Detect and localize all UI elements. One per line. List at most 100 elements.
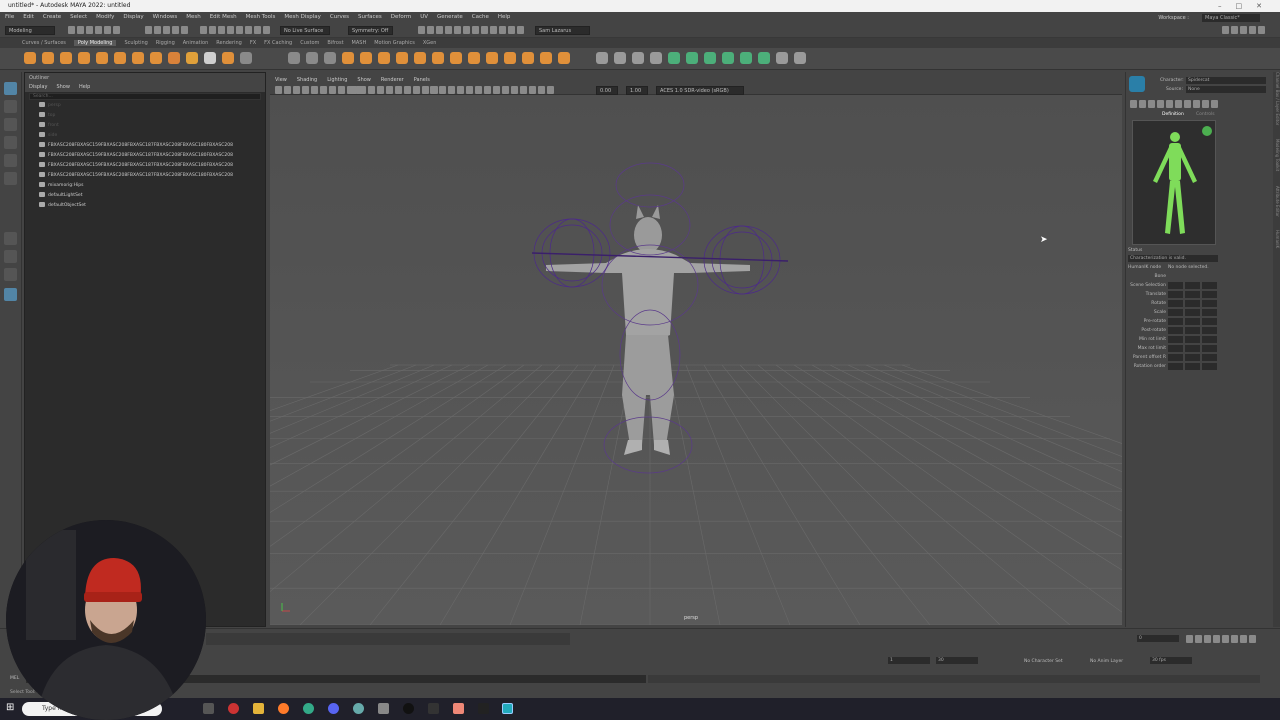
character-mesh[interactable]: [546, 205, 750, 455]
viewport-menu-item[interactable]: Lighting: [327, 77, 347, 83]
shelf-tab[interactable]: MASH: [352, 40, 367, 46]
windows-start-icon[interactable]: ⊞: [6, 702, 14, 713]
lasso-tool-icon[interactable]: [4, 100, 17, 113]
side-tab[interactable]: Attribute Editor: [1275, 186, 1280, 217]
shelf-tool-icon[interactable]: [758, 52, 770, 64]
menu-generate[interactable]: Generate: [437, 14, 463, 20]
shelf-tool-icon[interactable]: [360, 52, 372, 64]
humanik-prop-field[interactable]: [1168, 327, 1183, 334]
outliner-menu-item[interactable]: Display: [29, 84, 47, 90]
panel-toggle-icons[interactable]: [1222, 26, 1265, 35]
shelf-tool-icon[interactable]: [288, 52, 300, 64]
humanik-prop-field[interactable]: [1202, 318, 1217, 325]
outliner-item[interactable]: persp: [25, 101, 265, 111]
outliner-layout-icon[interactable]: [4, 288, 17, 301]
shelf-tool-icon[interactable]: [722, 52, 734, 64]
outliner-item[interactable]: defaultLightSet: [25, 191, 265, 201]
shelf-tool-icon[interactable]: [42, 52, 54, 64]
menu-mesh-display[interactable]: Mesh Display: [284, 14, 321, 20]
fps-dropdown[interactable]: 30 fps: [1150, 657, 1192, 664]
outliner-item[interactable]: top: [25, 111, 265, 121]
four-view-icon[interactable]: [4, 250, 17, 263]
humanik-prop-field[interactable]: [1185, 345, 1200, 352]
live-surface-field[interactable]: No Live Surface: [280, 26, 330, 35]
menu-set-dropdown[interactable]: Modeling: [5, 26, 55, 35]
shelf-tool-icon[interactable]: [150, 52, 162, 64]
user-account[interactable]: Sam Lazarus: [535, 26, 590, 35]
shelf-tab[interactable]: XGen: [423, 40, 437, 46]
humanik-prop-field[interactable]: [1185, 336, 1200, 343]
time-slider-track[interactable]: [206, 633, 570, 645]
humanik-prop-field[interactable]: [1168, 354, 1183, 361]
tab-controls[interactable]: Controls: [1196, 112, 1215, 117]
humanik-prop-field[interactable]: [1202, 336, 1217, 343]
humanik-prop-field[interactable]: [1202, 363, 1217, 370]
humanik-prop-field[interactable]: [1202, 309, 1217, 316]
outliner-menu-item[interactable]: Show: [56, 84, 70, 90]
humanik-prop-field[interactable]: [1168, 336, 1183, 343]
humanik-prop-field[interactable]: [1185, 282, 1200, 289]
shelf-tool-icon[interactable]: [168, 52, 180, 64]
blender-icon[interactable]: [478, 703, 489, 714]
character-map[interactable]: [1132, 120, 1216, 245]
shelf-tool-icon[interactable]: [632, 52, 644, 64]
shelf-tool-icon[interactable]: [522, 52, 534, 64]
outliner-item[interactable]: FBXASC208FBXASC159FBXASC208FBXASC187FBXA…: [25, 141, 265, 151]
shelf-tool-icon[interactable]: [186, 52, 198, 64]
photos-icon[interactable]: [453, 703, 464, 714]
shelf-tool-icon[interactable]: [614, 52, 626, 64]
rotate-tool-icon[interactable]: [4, 154, 17, 167]
shelf-tool-icon[interactable]: [306, 52, 318, 64]
shelf-tool-icon[interactable]: [396, 52, 408, 64]
current-frame-field[interactable]: 0: [1137, 635, 1179, 642]
shelf-tool-icon[interactable]: [324, 52, 336, 64]
menu-curves[interactable]: Curves: [330, 14, 349, 20]
gamma-field[interactable]: 1.00: [626, 86, 648, 95]
chrome-icon[interactable]: [303, 703, 314, 714]
humanik-prop-field[interactable]: [1168, 309, 1183, 316]
viewport-menu-item[interactable]: Renderer: [381, 77, 404, 83]
shelf-tool-icon[interactable]: [78, 52, 90, 64]
shelf-tool-icon[interactable]: [668, 52, 680, 64]
shelf-tool-icon[interactable]: [486, 52, 498, 64]
humanik-toolbar-icons[interactable]: [1130, 100, 1218, 109]
viewport-menu-item[interactable]: Show: [357, 77, 371, 83]
source-dropdown[interactable]: None: [1186, 86, 1266, 93]
single-view-icon[interactable]: [4, 232, 17, 245]
unity-icon[interactable]: [403, 703, 414, 714]
shelf-tool-icon[interactable]: [114, 52, 126, 64]
outliner-item[interactable]: defaultObjectSet: [25, 201, 265, 211]
shelf-tab[interactable]: Poly Modeling: [73, 40, 117, 46]
menu-file[interactable]: File: [5, 14, 14, 20]
shelf-tool-icon[interactable]: [704, 52, 716, 64]
shelf-tab[interactable]: Bifrost: [327, 40, 343, 46]
shelf-tool-icon[interactable]: [378, 52, 390, 64]
outliner-search-input[interactable]: Search...: [29, 93, 261, 100]
shelf-tool-icon[interactable]: [24, 52, 36, 64]
humanik-prop-field[interactable]: [1202, 300, 1217, 307]
shelf-tool-icon[interactable]: [558, 52, 570, 64]
display-mode-icons[interactable]: [350, 86, 438, 95]
shelf-tab[interactable]: FX Caching: [264, 40, 292, 46]
shelf-tool-icon[interactable]: [540, 52, 552, 64]
humanik-prop-field[interactable]: [1202, 282, 1217, 289]
humanik-prop-field[interactable]: [1185, 354, 1200, 361]
humanik-prop-field[interactable]: [1202, 291, 1217, 298]
shading-icons[interactable]: [430, 86, 554, 95]
file-icons[interactable]: [68, 26, 120, 35]
menu-display[interactable]: Display: [123, 14, 143, 20]
shelf-tool-icon[interactable]: [794, 52, 806, 64]
shelf-tool-icon[interactable]: [132, 52, 144, 64]
shelf-tab[interactable]: Rendering: [216, 40, 242, 46]
humanik-prop-field[interactable]: [1168, 363, 1183, 370]
menu-surfaces[interactable]: Surfaces: [358, 14, 382, 20]
discord-icon[interactable]: [328, 703, 339, 714]
paint-select-icon[interactable]: [4, 118, 17, 131]
humanik-prop-field[interactable]: [1168, 345, 1183, 352]
character-set-label[interactable]: No Character Set: [1024, 659, 1063, 664]
shelf-tool-icon[interactable]: [776, 52, 788, 64]
range-start-field[interactable]: 1: [888, 657, 930, 664]
playback-controls[interactable]: [1186, 635, 1256, 644]
shelf-tool-icon[interactable]: [222, 52, 234, 64]
humanik-prop-field[interactable]: [1185, 309, 1200, 316]
